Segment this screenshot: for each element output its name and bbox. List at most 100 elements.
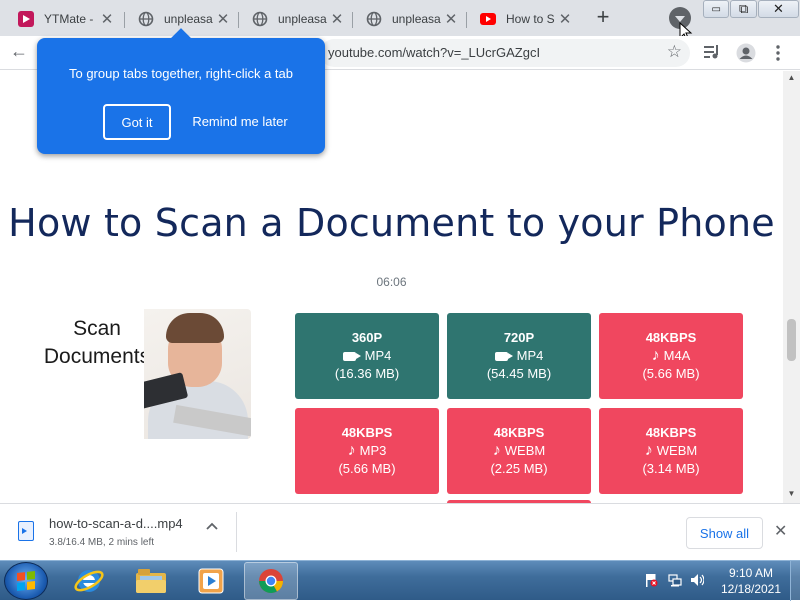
close-icon[interactable]: ✕ xyxy=(98,10,116,28)
scrollbar-thumb[interactable] xyxy=(787,319,796,361)
tab-title: How to S xyxy=(506,12,555,26)
minimize-button[interactable]: ▭ xyxy=(703,0,730,18)
internet-explorer-icon xyxy=(74,570,104,592)
format-quality: 360P xyxy=(351,330,383,345)
volume-icon[interactable] xyxy=(690,573,704,587)
music-note-icon: ♪ xyxy=(644,442,653,459)
media-player-icon xyxy=(198,568,224,594)
restore-button[interactable]: ⧉ xyxy=(730,0,757,18)
chevron-up-icon[interactable] xyxy=(206,522,218,530)
remind-later-button[interactable]: Remind me later xyxy=(187,114,293,129)
download-status: 3.8/16.4 MB, 2 mins left xyxy=(49,537,155,548)
thumbnail-caption-line-2: Documents xyxy=(43,345,151,368)
format-size: (16.36 MB) xyxy=(334,366,400,381)
tab-groups-callout: To group tabs together, right-click a ta… xyxy=(37,28,325,154)
globe-icon xyxy=(252,11,268,27)
format-size: (3.14 MB) xyxy=(642,461,700,476)
close-icon[interactable]: ✕ xyxy=(328,10,346,28)
clock-time: 9:10 AM xyxy=(728,566,774,580)
music-note-icon: ♪ xyxy=(651,347,660,364)
format-type: MP3 xyxy=(359,443,387,458)
ytmate-icon xyxy=(18,11,34,27)
download-option-48kbps-mp3[interactable]: 48KBPS ♪ MP3 (5.66 MB) xyxy=(295,408,439,494)
tab-title: unpleasa xyxy=(164,12,213,26)
page-scrollbar[interactable]: ▲ ▼ xyxy=(783,71,800,503)
chrome-icon xyxy=(259,569,283,594)
address-bar[interactable]: youtube.com/watch?v=_LUcrGAZgcI ☆ xyxy=(320,39,690,67)
thumbnail-photo xyxy=(144,309,251,439)
show-desktop-button[interactable] xyxy=(790,561,800,601)
menu-kebab-icon[interactable] xyxy=(776,45,780,61)
format-type: WEBM xyxy=(656,443,698,458)
close-icon[interactable]: ✕ xyxy=(556,10,574,28)
action-center-flag-icon[interactable] xyxy=(644,573,658,587)
url-text: youtube.com/watch?v=_LUcrGAZgcI xyxy=(328,45,541,60)
system-clock[interactable]: 9:10 AM 12/18/2021 xyxy=(716,565,786,597)
youtube-icon xyxy=(480,11,496,27)
video-title: How to Scan a Document to your Phone xyxy=(8,201,775,245)
network-icon[interactable] xyxy=(668,573,682,587)
tab-title: unpleasa xyxy=(278,12,327,26)
window-controls: ▭ ⧉ ✕ xyxy=(703,0,800,20)
format-type: MP4 xyxy=(516,348,544,363)
scroll-up-arrow-icon[interactable]: ▲ xyxy=(783,73,800,82)
download-bar: how-to-scan-a-d....mp4 3.8/16.4 MB, 2 mi… xyxy=(0,503,800,560)
internet-explorer-button[interactable] xyxy=(62,562,116,600)
music-note-icon: ♪ xyxy=(492,442,501,459)
new-tab-button[interactable]: + xyxy=(592,6,614,28)
download-option-360p-mp4[interactable]: 360P MP4 (16.36 MB) xyxy=(295,313,439,399)
tab-ytmate[interactable]: YTMate - ✕ xyxy=(4,4,122,34)
tab-youtube[interactable]: How to S ✕ xyxy=(466,4,580,34)
format-size: (5.66 MB) xyxy=(642,366,700,381)
callout-message: To group tabs together, right-click a ta… xyxy=(68,66,293,81)
download-filename[interactable]: how-to-scan-a-d....mp4 xyxy=(49,516,183,531)
back-button[interactable]: ← xyxy=(10,41,28,62)
format-size: (2.25 MB) xyxy=(490,461,548,476)
format-type: MP4 xyxy=(364,348,392,363)
media-queue-icon[interactable] xyxy=(704,45,720,59)
download-option-720p-mp4[interactable]: 720P MP4 (54.45 MB) xyxy=(447,313,591,399)
video-duration: 06:06 xyxy=(376,275,407,289)
tab-title: unpleasa xyxy=(392,12,441,26)
video-camera-icon xyxy=(494,351,513,361)
format-type: M4A xyxy=(663,348,691,363)
file-explorer-button[interactable] xyxy=(124,562,178,600)
folder-icon xyxy=(136,569,166,593)
download-option-48kbps-m4a[interactable]: 48KBPS ♪ M4A (5.66 MB) xyxy=(599,313,743,399)
profile-avatar-icon[interactable] xyxy=(736,43,756,63)
music-note-icon: ♪ xyxy=(347,442,356,459)
got-it-button[interactable]: Got it xyxy=(103,104,171,140)
chrome-button[interactable] xyxy=(244,562,298,600)
bookmark-star-icon[interactable]: ☆ xyxy=(667,42,682,62)
show-all-button[interactable]: Show all xyxy=(686,517,763,549)
format-quality: 48KBPS xyxy=(341,425,393,440)
tab-unpleasant-2[interactable]: unpleasa ✕ xyxy=(238,4,352,34)
tab-title: YTMate - xyxy=(44,12,94,26)
scroll-down-arrow-icon[interactable]: ▼ xyxy=(783,489,800,498)
media-player-button[interactable] xyxy=(184,562,238,600)
close-window-button[interactable]: ✕ xyxy=(757,0,799,18)
start-button[interactable] xyxy=(4,562,48,600)
windows-logo-icon xyxy=(17,571,35,591)
clock-date: 12/18/2021 xyxy=(720,582,782,596)
restore-icon: ⧉ xyxy=(739,1,749,16)
download-option-48kbps-webm[interactable]: 48KBPS ♪ WEBM (2.25 MB) xyxy=(447,408,591,494)
thumbnail-caption-line-1: Scan xyxy=(73,317,121,340)
video-thumbnail: Scan Documents xyxy=(26,309,251,439)
format-size: (5.66 MB) xyxy=(338,461,396,476)
download-option-48kbps-webm-2[interactable]: 48KBPS ♪ WEBM (3.14 MB) xyxy=(599,408,743,494)
close-icon[interactable]: ✕ xyxy=(442,10,460,28)
close-download-bar-icon[interactable]: ✕ xyxy=(774,521,787,541)
format-quality: 48KBPS xyxy=(645,330,697,345)
globe-icon xyxy=(366,11,382,27)
format-type: WEBM xyxy=(504,443,546,458)
video-camera-icon xyxy=(342,351,361,361)
close-icon: ✕ xyxy=(772,1,784,16)
format-size: (54.45 MB) xyxy=(486,366,552,381)
format-quality: 48KBPS xyxy=(493,425,545,440)
close-icon[interactable]: ✕ xyxy=(214,10,232,28)
tab-unpleasant-3[interactable]: unpleasa ✕ xyxy=(352,4,466,34)
video-file-icon xyxy=(18,521,34,541)
windows-taskbar: 9:10 AM 12/18/2021 xyxy=(0,560,800,601)
thumbnail-caption: Scan Documents xyxy=(34,315,160,371)
